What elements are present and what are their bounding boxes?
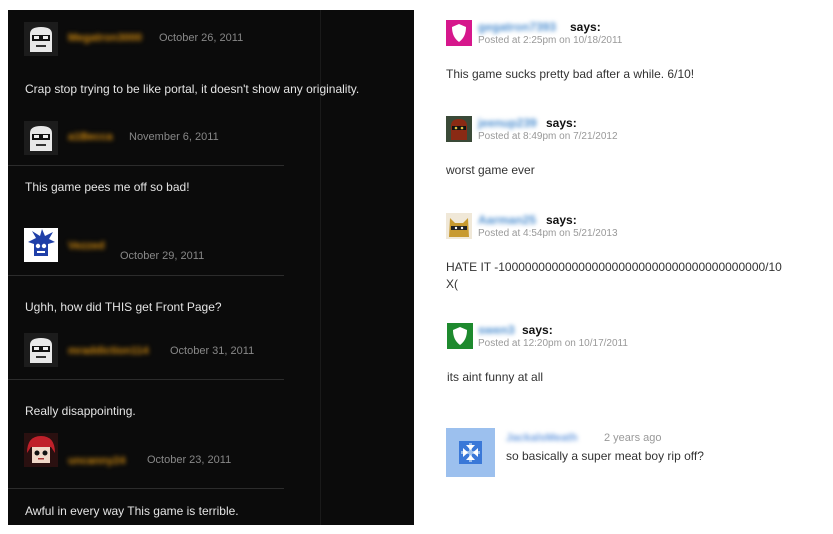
comment-username[interactable]: Aarman25: [478, 213, 536, 227]
comment-username[interactable]: JackalsMeath: [506, 432, 578, 444]
comment-item: jeenup239 says: Posted at 8:49pm on 7/21…: [446, 116, 826, 186]
comment-username[interactable]: jeenup239: [478, 116, 537, 130]
pink-shield-avatar-icon[interactable]: [446, 20, 472, 46]
comment-item: mraddiction114 October 31, 2011 Really d…: [8, 325, 414, 430]
comment-date: October 26, 2011: [159, 32, 244, 44]
comment-username[interactable]: Megatron3000: [68, 32, 142, 44]
says-label: says:: [546, 213, 577, 227]
comment-item: Vezzed October 29, 2011 Ughh, how did TH…: [8, 220, 414, 325]
comment-separator: [8, 488, 284, 489]
comment-date: November 6, 2011: [129, 131, 219, 143]
comment-item: Aarman25 says: Posted at 4:54pm on 5/21/…: [446, 213, 826, 303]
video-comment: JackalsMeath 2 years ago so basically a …: [446, 428, 826, 478]
comment-separator: [8, 275, 284, 276]
comment-item: gegatron7393 says: Posted at 2:25pm on 1…: [446, 20, 826, 90]
says-label: says:: [570, 20, 601, 34]
comment-text: HATE IT -1000000000000000000000000000000…: [446, 260, 782, 291]
blue-spiky-avatar-icon[interactable]: [24, 228, 58, 262]
comment-text: This game pees me off so bad!: [25, 180, 190, 194]
comment-separator: [8, 379, 284, 380]
comment-item: uncanny24 October 23, 2011 Awful in ever…: [8, 430, 414, 525]
comment-timestamp: Posted at 12:20pm on 10/17/2011: [478, 338, 628, 349]
comment-item: swen3 says: Posted at 12:20pm on 10/17/2…: [446, 323, 826, 393]
comment-age: 2 years ago: [604, 432, 662, 444]
comment-timestamp: Posted at 2:25pm on 10/18/2011: [478, 35, 623, 46]
comment-timestamp: Posted at 8:49pm on 7/21/2012: [478, 131, 618, 142]
comment-text: its aint funny at all: [447, 370, 544, 384]
comment-text: worst game ever: [446, 163, 535, 177]
comment-username[interactable]: mraddiction114: [68, 345, 149, 357]
says-label: says:: [522, 323, 553, 337]
white-face-avatar-icon[interactable]: [24, 333, 58, 367]
comment-username[interactable]: swen3: [478, 323, 515, 337]
comment-text: so basically a super meat boy rip off?: [506, 449, 704, 463]
green-shield-avatar-icon[interactable]: [447, 323, 473, 349]
comment-username[interactable]: Vezzed: [68, 240, 105, 252]
comment-text: This game sucks pretty bad after a while…: [446, 67, 695, 81]
cat-ninja-avatar-icon[interactable]: [446, 213, 472, 239]
comment-item: a1Becca November 6, 2011 This game pees …: [8, 120, 414, 220]
comment-username[interactable]: gegatron7393: [478, 20, 556, 34]
says-label: says:: [546, 116, 577, 130]
comment-text: Awful in every way This game is terrible…: [25, 504, 239, 518]
comment-text: Crap stop trying to be like portal, it d…: [25, 82, 360, 96]
masked-face-avatar-icon[interactable]: [446, 116, 472, 142]
comment-username[interactable]: a1Becca: [68, 131, 113, 143]
comment-date: October 29, 2011: [120, 250, 205, 262]
comment-item: Megatron3000 October 26, 2011 Crap stop …: [8, 10, 414, 120]
comment-text: Really disappointing.: [25, 404, 136, 418]
comment-date: October 23, 2011: [147, 454, 232, 466]
white-face-avatar-icon[interactable]: [24, 121, 58, 155]
red-hair-avatar-icon[interactable]: [24, 433, 58, 467]
comment-date: October 31, 2011: [170, 345, 255, 357]
dark-comment-panel: Megatron3000 October 26, 2011 Crap stop …: [8, 10, 414, 525]
white-face-avatar-icon[interactable]: [24, 22, 58, 56]
default-blue-avatar-icon[interactable]: [446, 428, 495, 477]
comment-text: Ughh, how did THIS get Front Page?: [25, 300, 222, 314]
comment-username[interactable]: uncanny24: [68, 455, 125, 467]
comment-timestamp: Posted at 4:54pm on 5/21/2013: [478, 228, 618, 239]
comment-separator: [8, 165, 284, 166]
